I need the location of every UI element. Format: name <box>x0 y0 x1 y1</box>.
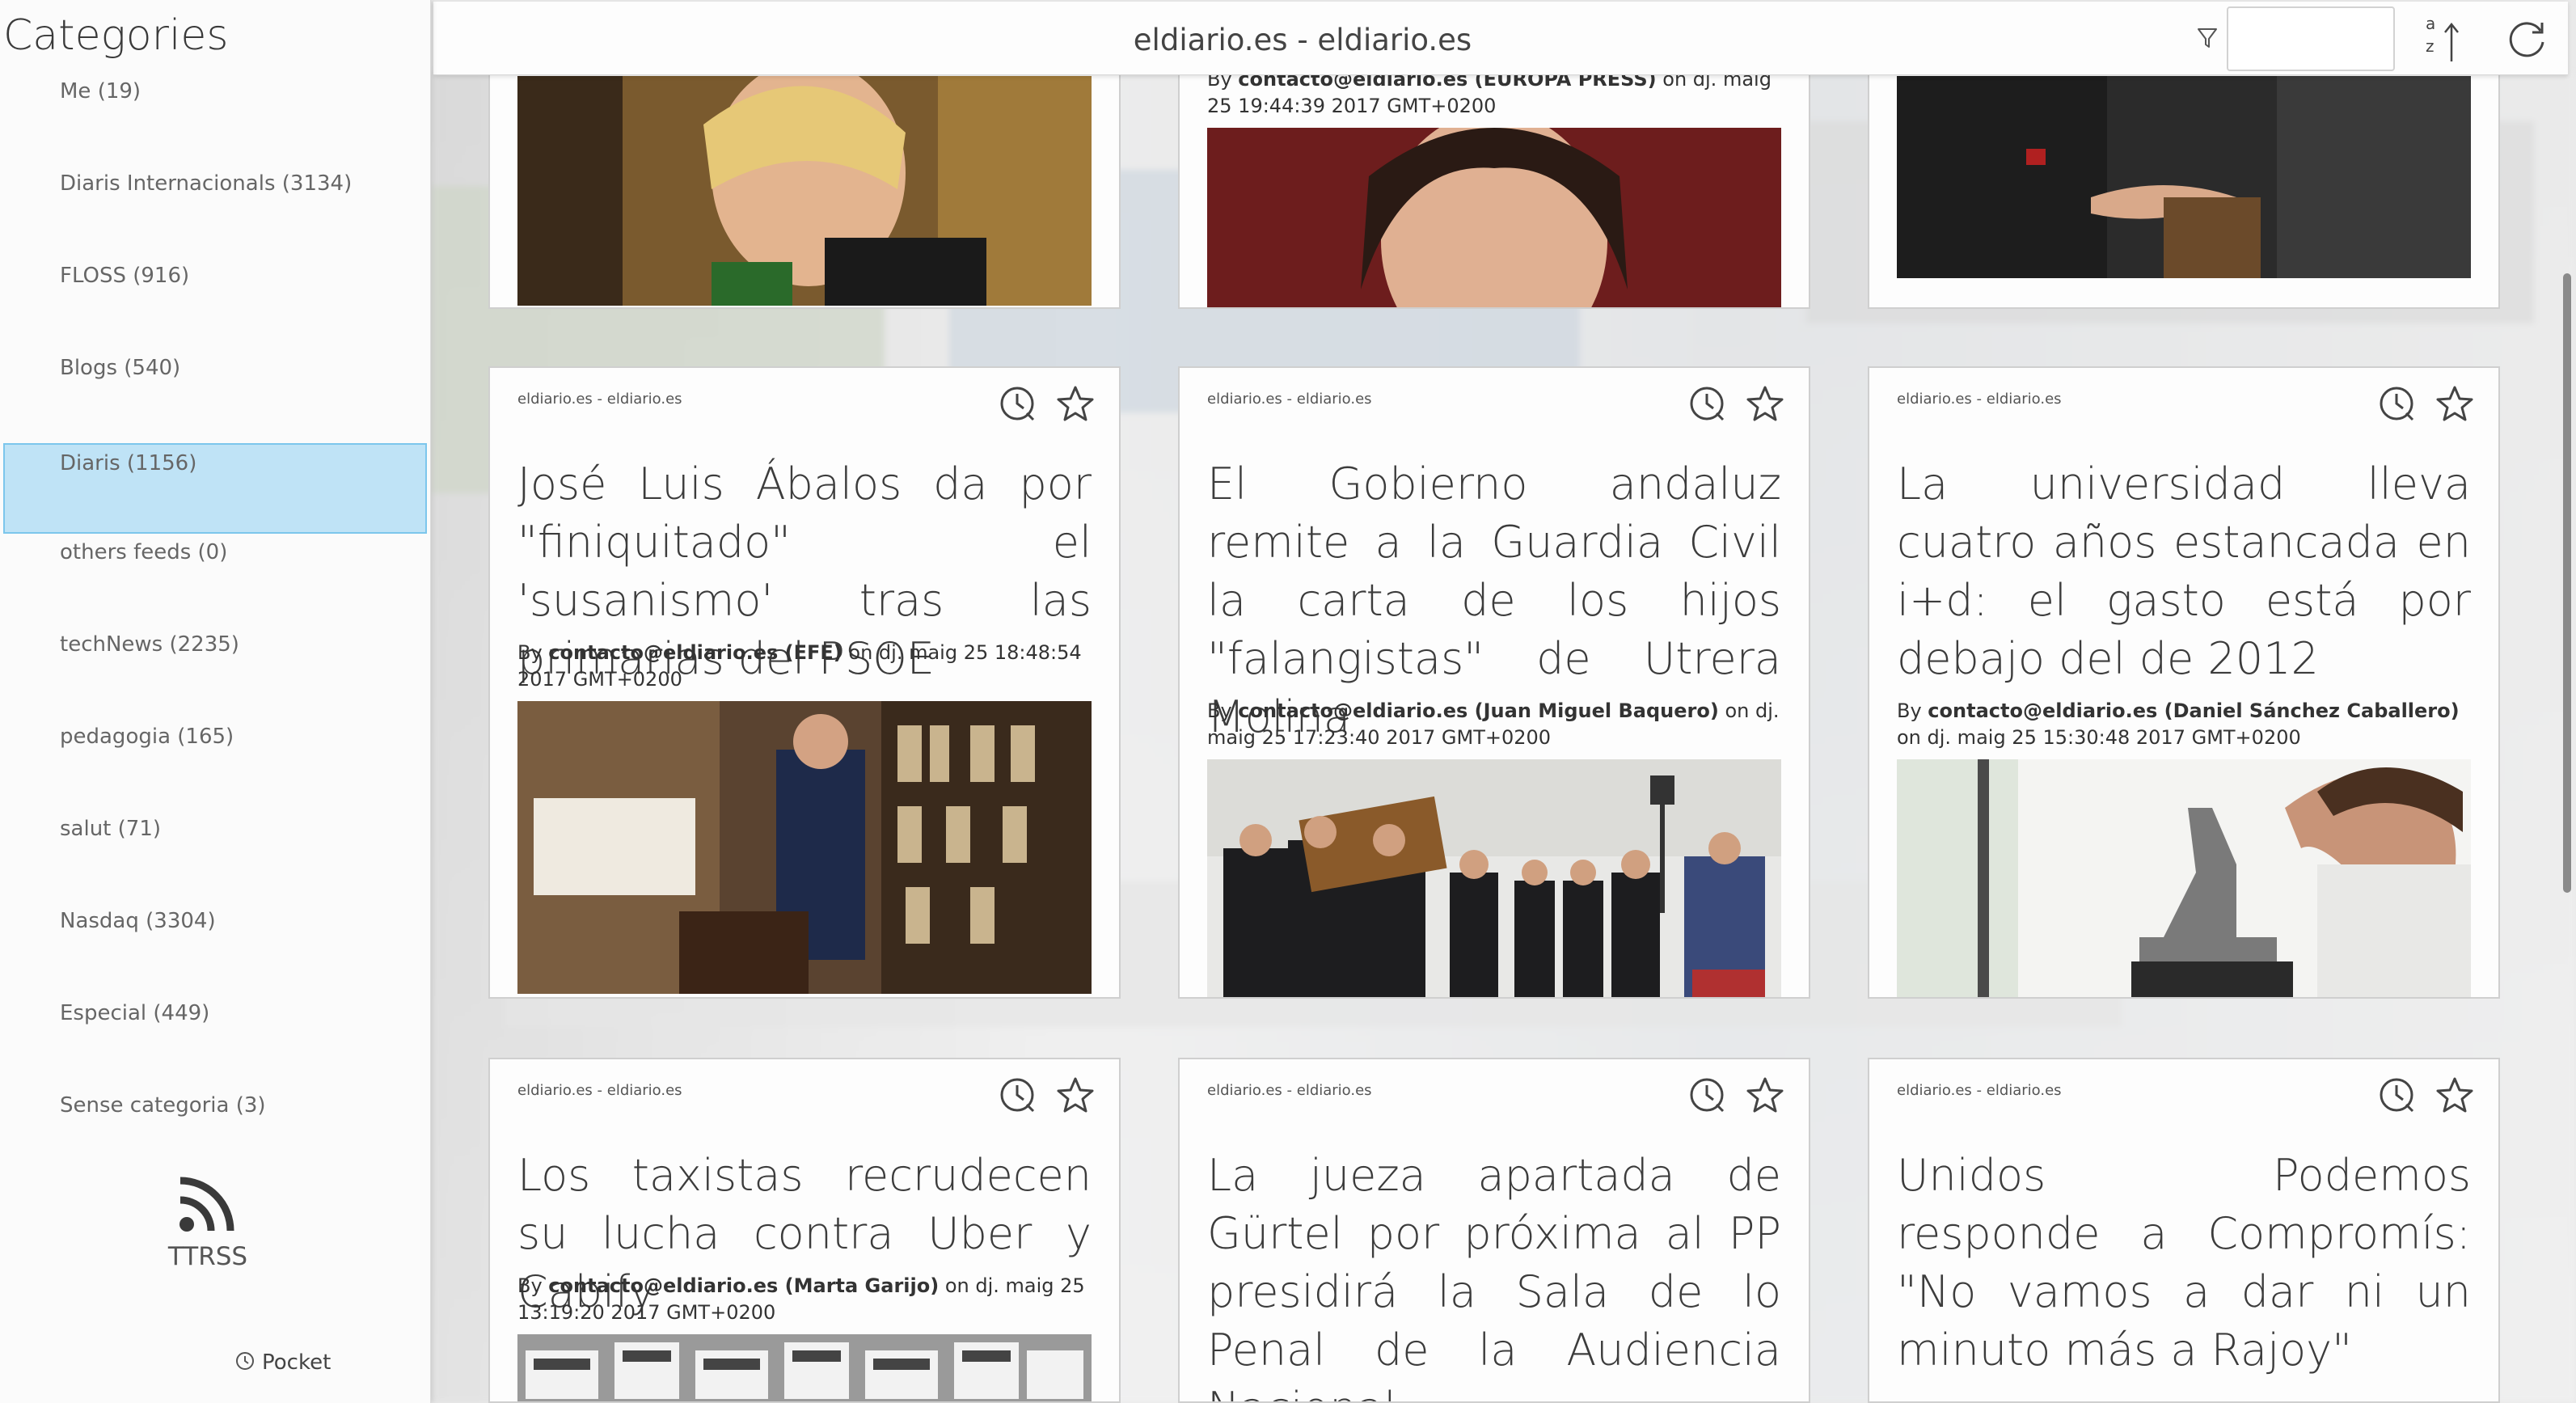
clock-icon[interactable] <box>2377 384 2416 423</box>
star-icon[interactable] <box>1056 1075 1095 1114</box>
category-label: Blogs (540) <box>60 356 181 380</box>
article-feed-name: eldiario.es - eldiario.es <box>1207 1082 1372 1099</box>
sidebar: Categories Me (19) Diaris Internacionals… <box>0 0 431 1403</box>
search-input[interactable] <box>2227 6 2395 71</box>
category-item[interactable]: Diaris Internacionals (3134) <box>3 160 427 249</box>
category-item[interactable]: Blogs (540) <box>3 344 427 433</box>
pocket-icon <box>236 1352 254 1370</box>
star-icon[interactable] <box>1056 384 1095 423</box>
clock-icon[interactable] <box>998 384 1037 423</box>
article-image <box>517 76 1092 306</box>
category-item[interactable]: Sense categoria (3) <box>3 1082 427 1171</box>
clock-icon[interactable] <box>1687 1075 1726 1114</box>
svg-text:a: a <box>2426 14 2435 33</box>
star-icon[interactable] <box>2435 1075 2474 1114</box>
article-card[interactable]: eldiario.es - eldiario.es El Gobierno an… <box>1178 366 1810 999</box>
article-meta: By contacto@eldiario.es (EFE) on dj. mai… <box>517 641 1082 691</box>
article-feed-name: eldiario.es - eldiario.es <box>1897 391 2062 408</box>
feed-title: eldiario.es - eldiario.es <box>1133 23 1472 57</box>
category-label: FLOSS (916) <box>60 264 190 288</box>
category-item-selected[interactable]: Diaris (1156) <box>3 443 427 534</box>
clock-icon[interactable] <box>998 1075 1037 1114</box>
category-label: Me (19) <box>60 79 141 104</box>
article-meta: By contacto@eldiario.es (Marta Garijo) o… <box>517 1274 1085 1324</box>
article-image <box>1897 76 2471 278</box>
article-feed-name: eldiario.es - eldiario.es <box>1207 391 1372 408</box>
ttrss-label: TTRSS <box>167 1242 248 1271</box>
category-label: Diaris Internacionals (3134) <box>60 171 353 196</box>
article-image <box>517 1334 1092 1401</box>
pocket-label: Pocket <box>262 1350 332 1375</box>
article-card[interactable]: eldiario.es - eldiario.es Los taxistas r… <box>488 1058 1121 1403</box>
article-meta: By contacto@eldiario.es (Daniel Sánchez … <box>1897 699 2460 749</box>
rss-icon <box>179 1177 234 1232</box>
clock-icon[interactable] <box>1687 384 1726 423</box>
article-feed-name: eldiario.es - eldiario.es <box>517 391 682 408</box>
article-card[interactable]: eldiario.es - eldiario.es Unidos Podemos… <box>1868 1058 2500 1403</box>
category-label: pedagogia (165) <box>60 725 234 749</box>
category-label: Especial (449) <box>60 1001 210 1025</box>
article-title[interactable]: Unidos Podemos responde a Compromís: "No… <box>1897 1147 2471 1380</box>
category-item[interactable]: techNews (2235) <box>3 621 427 710</box>
category-item[interactable]: salut (71) <box>3 805 427 894</box>
article-title[interactable]: La jueza apartada de Gürtel por próxima … <box>1207 1147 1781 1401</box>
category-label: techNews (2235) <box>60 632 239 657</box>
filter-icon[interactable] <box>2196 26 2219 50</box>
article-meta: By contacto@eldiario.es (Juan Miguel Baq… <box>1207 699 1780 749</box>
category-label: salut (71) <box>60 817 162 841</box>
clock-icon[interactable] <box>2377 1075 2416 1114</box>
refresh-icon[interactable] <box>2505 18 2549 61</box>
category-item[interactable]: Me (19) <box>3 68 427 157</box>
category-item[interactable]: FLOSS (916) <box>3 252 427 341</box>
article-card[interactable]: eldiario.es - eldiario.es José Luis Ábal… <box>488 366 1121 999</box>
star-icon[interactable] <box>2435 384 2474 423</box>
ttrss-button[interactable]: TTRSS <box>158 1171 257 1271</box>
sidebar-title: Categories <box>3 11 229 60</box>
star-icon[interactable] <box>1746 1075 1784 1114</box>
category-item[interactable]: others feeds (0) <box>3 529 427 618</box>
category-label: Diaris (1156) <box>60 451 197 475</box>
star-icon[interactable] <box>1746 384 1784 423</box>
article-image <box>517 701 1092 994</box>
article-feed-name: eldiario.es - eldiario.es <box>1897 1082 2062 1099</box>
category-label: Sense categoria (3) <box>60 1093 266 1118</box>
category-item[interactable]: Especial (449) <box>3 990 427 1079</box>
article-card[interactable]: eldiario.es - eldiario.es La jueza apart… <box>1178 1058 1810 1403</box>
article-title[interactable]: La universidad lleva cuatro años estanca… <box>1897 455 2471 688</box>
pocket-button[interactable]: Pocket <box>234 1350 331 1375</box>
top-bar: eldiario.es - eldiario.es a z <box>433 2 2568 75</box>
article-image <box>1897 759 2471 997</box>
category-item[interactable]: pedagogia (165) <box>3 713 427 802</box>
article-feed-name: eldiario.es - eldiario.es <box>517 1082 682 1099</box>
category-label: Nasdaq (3304) <box>60 909 216 933</box>
sort-az-icon[interactable]: a z <box>2422 11 2463 65</box>
article-image <box>1207 128 1781 307</box>
category-label: others feeds (0) <box>60 540 228 564</box>
article-card[interactable]: eldiario.es - eldiario.es La universidad… <box>1868 366 2500 999</box>
scrollbar-thumb[interactable] <box>2563 273 2571 893</box>
svg-text:z: z <box>2426 36 2435 56</box>
category-item[interactable]: Nasdaq (3304) <box>3 898 427 987</box>
article-image <box>1207 759 1781 997</box>
